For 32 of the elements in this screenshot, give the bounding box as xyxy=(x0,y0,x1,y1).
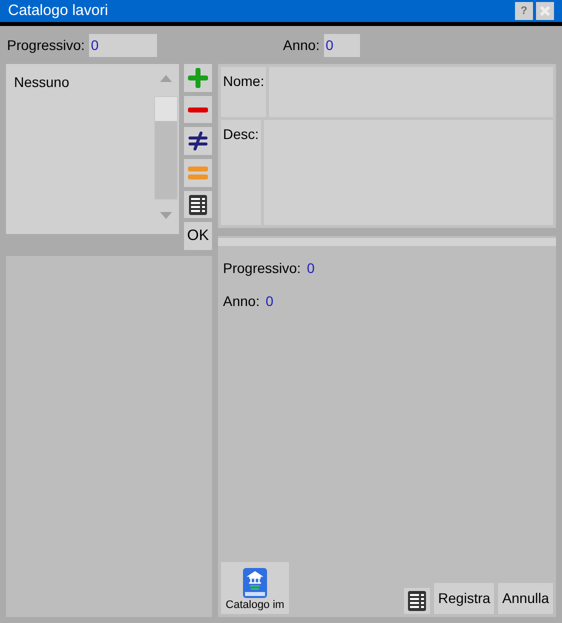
ok-button[interactable]: OK xyxy=(184,222,212,250)
not-equal-icon xyxy=(188,131,208,152)
book-icon xyxy=(242,567,268,599)
scrollbar-thumb[interactable] xyxy=(155,97,177,121)
form-label: Desc: xyxy=(221,120,261,225)
table-icon xyxy=(407,590,428,612)
detail-value: 0 xyxy=(266,292,274,311)
catalog-button[interactable]: Catalogo im xyxy=(221,562,289,614)
table-icon xyxy=(188,194,208,216)
list-item[interactable]: Nessuno xyxy=(14,72,153,93)
plus-icon xyxy=(188,68,208,88)
detail-label: Progressivo: xyxy=(223,259,301,278)
scroll-down-icon[interactable] xyxy=(160,212,172,220)
input-field[interactable]: 0 xyxy=(324,34,360,56)
close-icon xyxy=(539,5,551,17)
field-label: Anno: xyxy=(283,36,320,54)
equal-icon xyxy=(188,164,208,181)
minus-icon xyxy=(188,106,208,112)
detail-value: 0 xyxy=(306,259,315,278)
detail-label: Anno: xyxy=(223,292,260,311)
table-button[interactable] xyxy=(404,588,430,614)
toolbar-button[interactable] xyxy=(184,127,212,156)
toolbar-button[interactable] xyxy=(184,190,212,218)
footer-button[interactable]: Registra xyxy=(434,583,494,614)
splitter-bar[interactable] xyxy=(218,238,556,246)
form-label: Nome: xyxy=(221,67,266,117)
close-button[interactable] xyxy=(536,2,554,20)
input-field[interactable]: 0 xyxy=(88,34,157,56)
footer-button[interactable]: Annulla xyxy=(498,583,553,614)
field-label: Progressivo: xyxy=(7,36,85,55)
window-title: Catalogo lavori xyxy=(8,0,108,21)
scroll-up-icon[interactable] xyxy=(160,74,172,82)
